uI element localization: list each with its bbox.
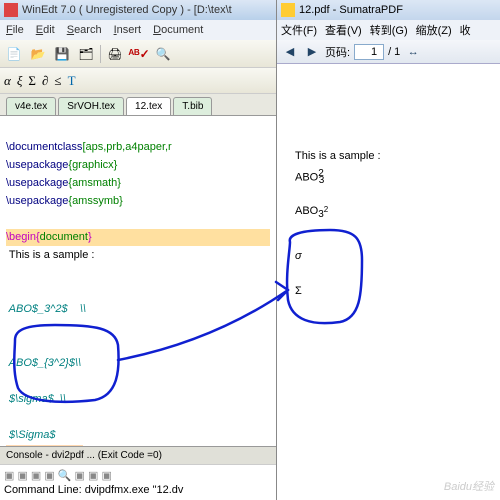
pdf-sigma-lc: σ — [295, 248, 482, 266]
menu-goto-r[interactable]: 转到(G) — [370, 22, 408, 38]
watermark: Baidu经验 — [444, 478, 494, 494]
menu-file-r[interactable]: 文件(F) — [281, 22, 317, 38]
winedt-menubar: File Edit Search Insert Document — [0, 20, 276, 40]
winedt-title: WinEdt 7.0 ( Unregistered Copy ) - [D:\t… — [22, 4, 232, 16]
menu-document[interactable]: Document — [153, 24, 203, 36]
prev-page-icon[interactable]: ◀ — [281, 43, 299, 61]
tex-icon[interactable]: T — [68, 73, 76, 89]
winedt-titlebar: WinEdt 7.0 ( Unregistered Copy ) - [D:\t… — [0, 0, 276, 20]
xi-icon[interactable]: ξ — [17, 73, 23, 89]
page-input[interactable]: 1 — [354, 44, 384, 60]
pdf-line1: This is a sample : — [295, 148, 482, 166]
pdf-sigma-uc: Σ — [295, 283, 482, 301]
winedt-icon — [4, 3, 18, 17]
find-icon[interactable]: 🔍 — [153, 44, 173, 64]
sumatra-window: 12.pdf - SumatraPDF 文件(F) 查看(V) 转到(G) 缩放… — [277, 0, 500, 500]
tab-12tex[interactable]: 12.tex — [126, 97, 171, 115]
spellcheck-icon[interactable]: ᴬᴮ✓ — [129, 44, 149, 64]
partial-icon[interactable]: ∂ — [42, 73, 48, 89]
menu-insert[interactable]: Insert — [114, 24, 142, 36]
winedt-toolbar-1: 📄 📂 💾 🗂 🖨 ᴬᴮ✓ 🔍 — [0, 40, 276, 68]
menu-fav-r[interactable]: 收 — [460, 22, 471, 38]
menu-zoom-r[interactable]: 缩放(Z) — [416, 22, 452, 38]
sumatra-icon — [281, 3, 295, 17]
next-page-icon[interactable]: ▶ — [303, 43, 321, 61]
sigma-upper-icon[interactable]: Σ — [28, 73, 36, 89]
pdf-view[interactable]: This is a sample : ABO23 ABO32 σ Σ — [277, 64, 500, 500]
open-icon[interactable]: 📂 — [28, 44, 48, 64]
print-icon[interactable]: 🖨 — [105, 44, 125, 64]
save-all-icon[interactable]: 🗂 — [76, 44, 96, 64]
fit-width-icon[interactable]: ↔ — [404, 43, 422, 61]
leq-icon[interactable]: ≤ — [54, 73, 61, 89]
tab-srvoh[interactable]: SrVOH.tex — [58, 97, 124, 115]
sumatra-titlebar: 12.pdf - SumatraPDF — [277, 0, 500, 20]
page-total: / 1 — [388, 46, 400, 58]
menu-view-r[interactable]: 查看(V) — [325, 22, 362, 38]
pdf-line2: ABO23 — [295, 166, 482, 190]
sumatra-toolbar: ◀ ▶ 页码: 1 / 1 ↔ — [277, 40, 500, 64]
sumatra-menubar: 文件(F) 查看(V) 转到(G) 缩放(Z) 收 — [277, 20, 500, 40]
tab-v4e[interactable]: v4e.tex — [6, 97, 56, 115]
alpha-icon[interactable]: α — [4, 73, 11, 89]
console-output: ▣ ▣ ▣ ▣ 🔍 ▣ ▣ ▣ Command Line: dvipdfmx.e… — [0, 464, 276, 500]
save-icon[interactable]: 💾 — [52, 44, 72, 64]
menu-edit[interactable]: Edit — [36, 24, 55, 36]
editor-tabs: v4e.tex SrVOH.tex 12.tex T.bib — [0, 94, 276, 116]
new-icon[interactable]: 📄 — [4, 44, 24, 64]
tab-tbib[interactable]: T.bib — [173, 97, 212, 115]
console-header[interactable]: Console - dvi2pdf ... (Exit Code =0) — [0, 446, 276, 464]
code-editor[interactable]: \documentclass[aps,prb,a4paper,r \usepac… — [0, 116, 276, 446]
console-toolbar: ▣ ▣ ▣ ▣ 🔍 ▣ ▣ ▣ — [4, 469, 272, 482]
sumatra-title: 12.pdf - SumatraPDF — [299, 4, 403, 16]
winedt-toolbar-2: α ξ Σ ∂ ≤ T — [0, 68, 276, 94]
console-line: Command Line: dvipdfmx.exe "12.dv — [4, 484, 272, 496]
menu-search[interactable]: Search — [67, 24, 102, 36]
winedt-window: WinEdt 7.0 ( Unregistered Copy ) - [D:\t… — [0, 0, 277, 500]
pdf-line3: ABO32 — [295, 203, 482, 223]
menu-file[interactable]: File — [6, 24, 24, 36]
page-label: 页码: — [325, 44, 350, 60]
